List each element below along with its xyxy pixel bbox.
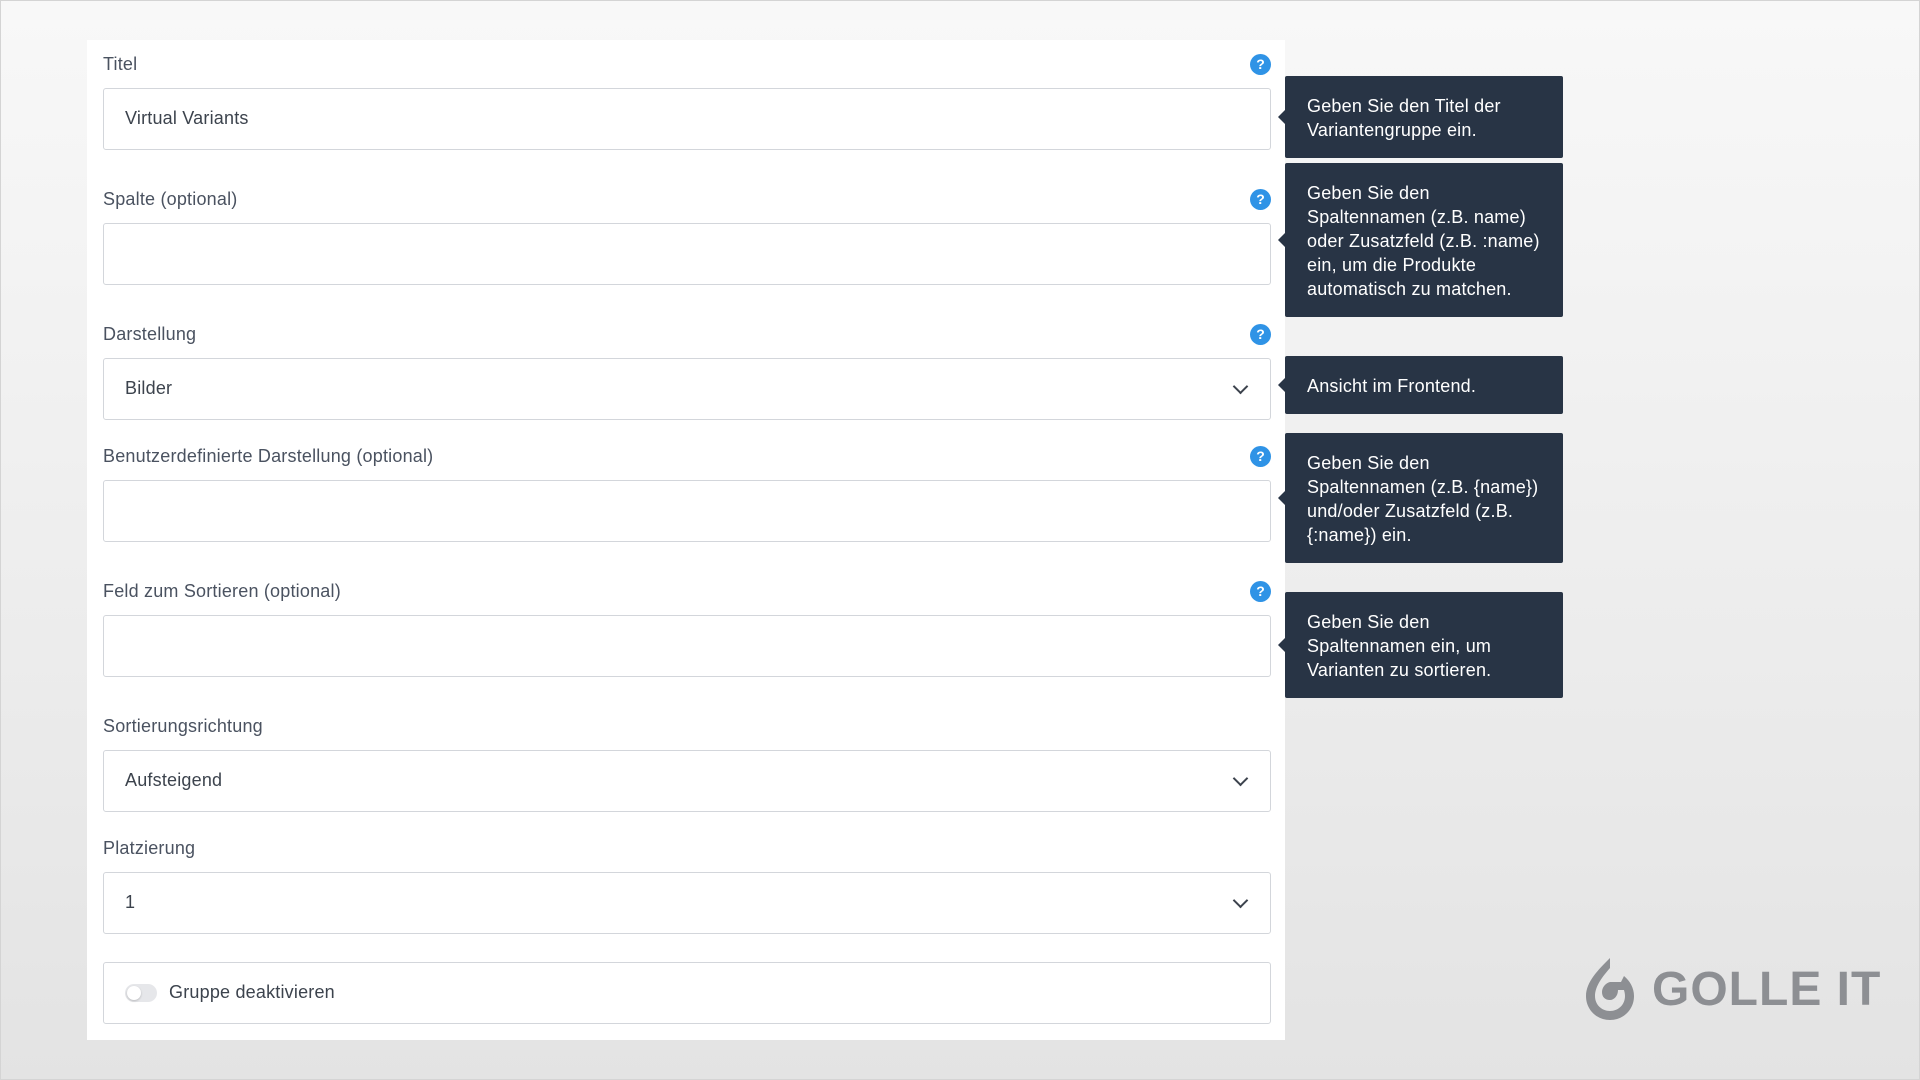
field-label: Titel [103, 54, 138, 74]
field-label: Sortierungsrichtung [103, 716, 263, 736]
help-icon[interactable]: ? [1250, 446, 1271, 467]
darstellung-select[interactable]: Bilder [103, 358, 1271, 420]
chevron-down-icon [1232, 892, 1249, 909]
spalte-input[interactable] [103, 223, 1271, 285]
field-label: Feld zum Sortieren (optional) [103, 581, 341, 601]
golle-it-logo: GOLLE IT [1580, 954, 1881, 1024]
variant-group-form: Titel ? Virtual Variants Spalte (optiona… [87, 40, 1285, 1040]
golle-it-logo-icon [1586, 958, 1634, 1020]
titel-input[interactable]: Virtual Variants [103, 88, 1271, 150]
tooltip-titel: Geben Sie den Titel der Variantengruppe … [1278, 76, 1563, 158]
tooltip-darstellung: Ansicht im Frontend. [1278, 356, 1563, 414]
tooltip-spalte: Geben Sie den Spaltennamen (z.B. name) o… [1278, 163, 1563, 317]
help-icon[interactable]: ? [1250, 189, 1271, 210]
benutzerdefinierte-darstellung-input[interactable] [103, 480, 1271, 542]
toggle-knob [127, 986, 141, 1000]
select-value: Aufsteigend [125, 770, 223, 790]
field-label: Darstellung [103, 324, 197, 344]
field-label: Spalte (optional) [103, 189, 238, 209]
chevron-down-icon [1232, 770, 1249, 787]
field-label: Platzierung [103, 838, 196, 858]
help-icon[interactable]: ? [1250, 324, 1271, 345]
select-value: Bilder [125, 378, 173, 398]
deactivate-group-row: Gruppe deaktivieren [103, 962, 1271, 1024]
input-value: Virtual Variants [125, 108, 249, 128]
field-label: Benutzerdefinierte Darstellung (optional… [103, 446, 434, 466]
select-value: 1 [125, 892, 136, 912]
help-icon[interactable]: ? [1250, 54, 1271, 75]
platzierung-select[interactable]: 1 [103, 872, 1271, 934]
sortierungsrichtung-select[interactable]: Aufsteigend [103, 750, 1271, 812]
tooltip-benutzerdefinierte-darstellung: Geben Sie den Spaltennamen (z.B. {name})… [1278, 433, 1563, 563]
help-icon[interactable]: ? [1250, 581, 1271, 602]
tooltip-sortierfeld: Geben Sie den Spaltennamen ein, um Varia… [1278, 592, 1563, 698]
deactivate-group-toggle[interactable] [125, 984, 157, 1002]
logo-text: GOLLE IT [1652, 962, 1882, 1016]
toggle-label: Gruppe deaktivieren [169, 982, 335, 1002]
chevron-down-icon [1232, 378, 1249, 395]
sortierfeld-input[interactable] [103, 615, 1271, 677]
